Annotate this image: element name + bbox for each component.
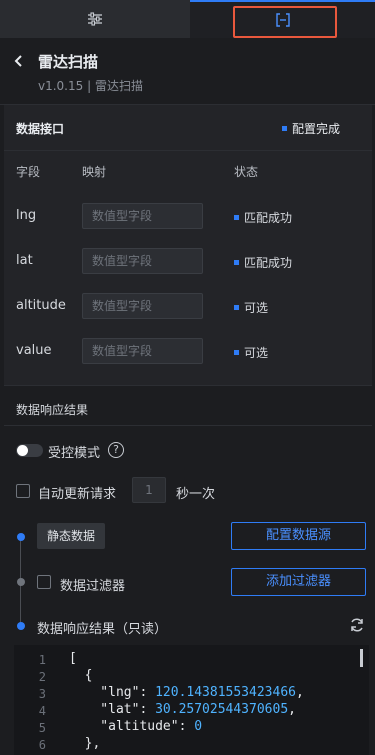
line-number: 4: [38, 704, 46, 718]
status-dot-icon: [234, 215, 239, 220]
line-number: 5: [38, 721, 46, 735]
divider: [4, 150, 372, 151]
auto-update-checkbox[interactable]: [16, 484, 30, 498]
field-status-lat: 匹配成功: [234, 254, 292, 271]
panel-tabbar: [0, 0, 375, 38]
field-label-lat: lat: [16, 253, 33, 268]
status-dot-icon: [281, 126, 287, 131]
toggle-knob: [17, 445, 28, 456]
field-status-text: 可选: [244, 346, 269, 360]
field-status-text: 匹配成功: [244, 211, 293, 225]
code-line: [: [69, 651, 77, 666]
mapping-input-lat[interactable]: 数值型字段: [82, 248, 203, 274]
interval-input[interactable]: 1: [132, 477, 166, 503]
divider: [4, 385, 372, 386]
controlled-mode-toggle[interactable]: [16, 444, 43, 457]
config-status-text: 配置完成: [291, 122, 340, 136]
field-status-value: 可选: [234, 344, 268, 361]
field-status-text: 匹配成功: [244, 256, 293, 270]
data-response-section: 数据响应结果 受控模式 ? 自动更新请求 1 秒一次 静态数据 配置数据源 数据…: [4, 385, 372, 755]
code-line: "altitude": 0: [69, 719, 202, 734]
code-number: 0: [194, 719, 203, 734]
code-punct: ,: [295, 685, 304, 700]
column-header-status: 状态: [234, 165, 259, 179]
line-number: 2: [38, 670, 46, 684]
readonly-code-editor[interactable]: 1 [ 2 { 3 "lng": 120.14381553423466, 4 "…: [14, 645, 369, 755]
component-header: 雷达扫描 v1.0.15 | 雷达扫描: [0, 38, 375, 105]
line-number: 1: [38, 653, 46, 667]
code-number: 120.14381553423466: [155, 685, 296, 700]
field-status-lng: 匹配成功: [234, 209, 292, 226]
data-filter-label: 数据过滤器: [60, 579, 126, 594]
field-label-lng: lng: [16, 208, 37, 223]
column-header-mapping: 映射: [82, 165, 107, 179]
tab-highlight-box: [233, 6, 337, 38]
code-key: "lat":: [69, 702, 156, 717]
timeline-node-filter: [17, 578, 25, 586]
static-data-tag[interactable]: 静态数据: [37, 523, 105, 549]
sliders-icon: [88, 12, 102, 26]
status-dot-icon: [234, 260, 239, 265]
code-key: "altitude":: [69, 719, 195, 734]
readonly-result-label: 数据响应结果（只读）: [37, 622, 168, 637]
interval-unit-label: 秒一次: [176, 487, 216, 502]
data-interface-section: 数据接口 配置完成 字段 映射 状态 lng 数值型字段 匹配成功 lat 数值…: [4, 105, 372, 385]
auto-update-label: 自动更新请求: [38, 487, 117, 502]
timeline-node-static: [17, 533, 25, 541]
status-dot-icon: [234, 350, 239, 355]
field-label-altitude: altitude: [16, 298, 66, 313]
code-line: "lat": 30.25702544370605,: [69, 702, 296, 717]
add-filter-button[interactable]: 添加过滤器: [231, 568, 366, 596]
data-response-heading: 数据响应结果: [16, 403, 89, 417]
code-scrollbar[interactable]: [360, 649, 363, 667]
field-status-text: 可选: [244, 301, 269, 315]
code-number: 30.25702544370605: [155, 702, 289, 717]
config-status: 配置完成: [281, 120, 340, 137]
data-interface-heading: 数据接口: [16, 122, 65, 136]
mapping-input-value[interactable]: 数值型字段: [82, 338, 203, 364]
back-arrow-icon[interactable]: [12, 54, 26, 68]
help-icon[interactable]: ?: [108, 442, 124, 458]
configure-datasource-button[interactable]: 配置数据源: [231, 522, 366, 550]
line-number: 3: [38, 687, 46, 701]
code-punct: ,: [288, 702, 296, 717]
code-key: "lng":: [69, 685, 156, 700]
code-line: },: [69, 736, 101, 751]
timeline-node-result: [17, 622, 25, 630]
code-line: "lng": 120.14381553423466,: [69, 685, 304, 700]
column-header-field: 字段: [16, 165, 41, 179]
mapping-input-lng[interactable]: 数值型字段: [82, 203, 203, 229]
mapping-input-altitude[interactable]: 数值型字段: [82, 293, 203, 319]
field-label-value: value: [16, 343, 52, 358]
status-dot-icon: [234, 305, 239, 310]
version-subtitle: v1.0.15 | 雷达扫描: [38, 79, 143, 93]
tab-style[interactable]: [0, 0, 190, 38]
divider: [4, 425, 372, 426]
field-status-altitude: 可选: [234, 299, 268, 316]
controlled-mode-label: 受控模式: [48, 446, 101, 461]
line-number: 6: [38, 738, 46, 752]
page-title: 雷达扫描: [38, 53, 99, 71]
code-line: {: [69, 668, 93, 683]
refresh-icon[interactable]: [349, 617, 365, 633]
data-filter-checkbox[interactable]: [37, 575, 51, 589]
